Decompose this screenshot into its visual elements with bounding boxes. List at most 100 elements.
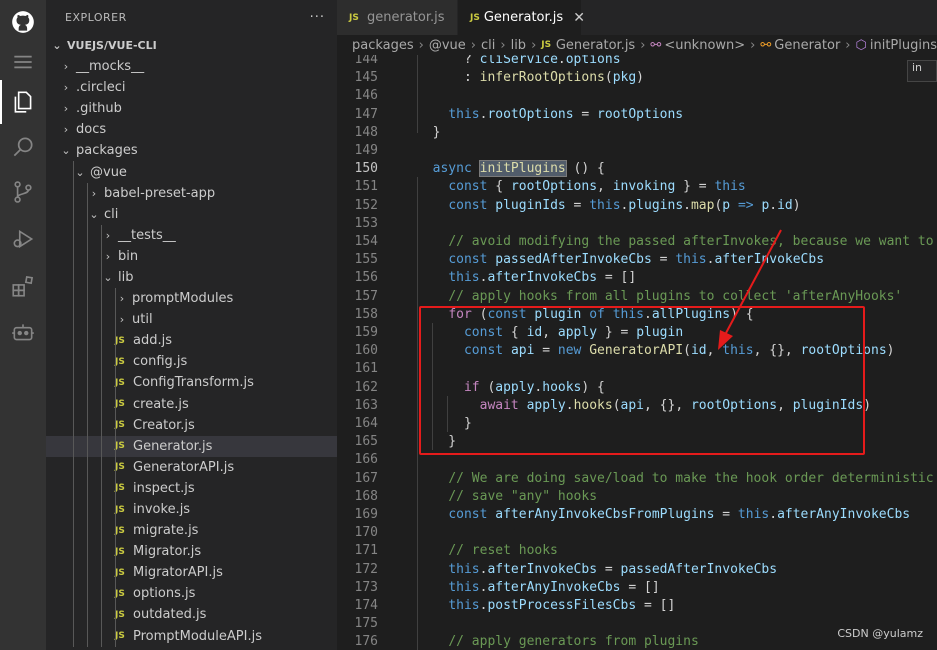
folder-item[interactable]: › docs (46, 119, 337, 140)
extensions-icon[interactable] (0, 264, 46, 308)
tree-indent-guide (87, 562, 88, 584)
code-token: // We are doing save/load to make the ho… (448, 470, 934, 486)
more-actions-icon[interactable]: ··· (310, 10, 325, 25)
code-token: ) (886, 343, 895, 359)
tree-indent-guide (87, 477, 88, 499)
line-number: 159 (354, 325, 378, 340)
folder-item[interactable]: ⌄ packages (46, 140, 337, 161)
tab-generator-lowercase[interactable]: JS generator.js (337, 0, 458, 35)
folder-item[interactable]: › promptModules (46, 288, 337, 310)
tree-indent-guide (101, 456, 102, 478)
tree-item-label: babel-preset-app (104, 185, 216, 201)
tree-indent-guide (115, 309, 116, 331)
file-item[interactable]: JS PromptModuleAPI.js (46, 625, 337, 647)
breadcrumb-item[interactable]: packages (352, 38, 414, 53)
tree-indent-guide (101, 245, 102, 267)
file-item[interactable]: JS config.js (46, 351, 337, 373)
breadcrumb-item[interactable]: Generator (774, 38, 840, 53)
code-text: this.afterInvokeCbs = passedAfterInvokeC… (417, 561, 777, 579)
tree-indent-guide (87, 224, 88, 246)
watermark: CSDN @yulamz (837, 627, 923, 640)
code-text: // We are doing save/load to make the ho… (417, 470, 934, 488)
tree-indent-guide (87, 604, 88, 626)
code-token: pluginIds (495, 197, 566, 213)
file-item[interactable]: JS create.js (46, 393, 337, 415)
close-icon[interactable]: ✕ (573, 10, 585, 26)
tree-indent-guide (101, 309, 102, 331)
file-item[interactable]: JS Migrator.js (46, 541, 337, 563)
folder-item[interactable]: › .circleci (46, 77, 337, 98)
folder-item[interactable]: › bin (46, 245, 337, 267)
file-item[interactable]: JS add.js (46, 330, 337, 352)
breadcrumb: packages › @vue › cli › lib › JS Generator.j… (337, 35, 937, 55)
source-control-icon[interactable] (0, 170, 46, 214)
run-debug-icon[interactable] (0, 217, 46, 261)
tree-item-label: bin (118, 248, 139, 264)
breadcrumb-item[interactable]: <unknown> (664, 38, 745, 53)
code-line: 148 } (337, 124, 937, 142)
activity-bar (0, 0, 46, 650)
tree-item-label: .circleci (76, 80, 126, 96)
code-token: = [] (620, 579, 660, 595)
breadcrumb-item[interactable]: Generator.js (556, 38, 635, 53)
file-item[interactable]: JS outdated.js (46, 604, 337, 626)
folder-item[interactable]: ⌄ @vue (46, 161, 337, 183)
js-file-icon: JS (115, 462, 125, 473)
js-file-icon: JS (349, 12, 359, 23)
code-token: afterAnyInvokeCbs (777, 507, 911, 522)
file-item[interactable]: JS ConfigTransform.js (46, 372, 337, 394)
workspace-root[interactable]: ⌄ VUEJS/VUE-CLI (46, 34, 337, 56)
code-token: this (737, 507, 770, 522)
folder-item[interactable]: › util (46, 309, 337, 331)
tab-label: Generator.js (483, 10, 564, 25)
folder-item[interactable]: ⌄ lib (46, 266, 337, 289)
search-icon[interactable] (0, 125, 46, 169)
code-token: initPlugins (478, 160, 567, 178)
folder-item[interactable]: › .github (46, 98, 337, 119)
breadcrumb-item[interactable]: lib (511, 38, 526, 53)
code-token: const (448, 179, 488, 195)
file-item[interactable]: JS Generator.js (46, 435, 337, 457)
file-item[interactable]: JS migrate.js (46, 520, 337, 542)
tree-indent-guide (115, 604, 116, 626)
github-icon[interactable] (0, 0, 46, 44)
tree-item-label: invoke.js (133, 502, 191, 518)
tree-item-label: Creator.js (133, 417, 195, 433)
tab-generator-active[interactable]: JS Generator.js ✕ (458, 0, 585, 35)
code-token: = (651, 252, 676, 268)
breadcrumb-item[interactable]: initPlugins (870, 38, 937, 53)
breadcrumb-item[interactable]: cli (481, 38, 495, 53)
file-item[interactable]: JS Creator.js (46, 414, 337, 436)
code-token: const (448, 197, 488, 213)
folder-item[interactable]: › babel-preset-app (46, 182, 337, 204)
code-token: rootOptions (597, 106, 684, 122)
file-item[interactable]: JS invoke.js (46, 498, 337, 521)
code-token: } (417, 124, 441, 140)
code-token: . (557, 55, 566, 67)
file-item[interactable]: JS options.js (46, 583, 337, 605)
folder-item[interactable]: › __tests__ (46, 224, 337, 246)
tree-indent-guide (73, 520, 74, 542)
robot-icon[interactable] (0, 310, 46, 354)
file-item[interactable]: JS inspect.js (46, 477, 337, 499)
folder-item[interactable]: ⌄ cli (46, 203, 337, 225)
js-file-icon: JS (115, 377, 125, 388)
code-line: 145 : inferRootOptions(pkg) (337, 69, 937, 87)
folder-item[interactable]: › __mocks__ (46, 56, 337, 77)
tree-item-label: MigratorAPI.js (133, 565, 223, 581)
menu-icon[interactable] (0, 40, 46, 84)
file-item[interactable]: JS GeneratorAPI.js (46, 456, 337, 478)
file-item[interactable]: JS MigratorAPI.js (46, 562, 337, 584)
code-text: const afterAnyInvokeCbsFromPlugins = thi… (417, 506, 910, 524)
chevron-right-icon: › (500, 37, 506, 53)
tree-indent-guide (73, 245, 74, 267)
files-icon[interactable] (0, 80, 46, 124)
breadcrumb-item[interactable]: @vue (429, 38, 466, 53)
code-token: // reset hooks (448, 543, 558, 559)
